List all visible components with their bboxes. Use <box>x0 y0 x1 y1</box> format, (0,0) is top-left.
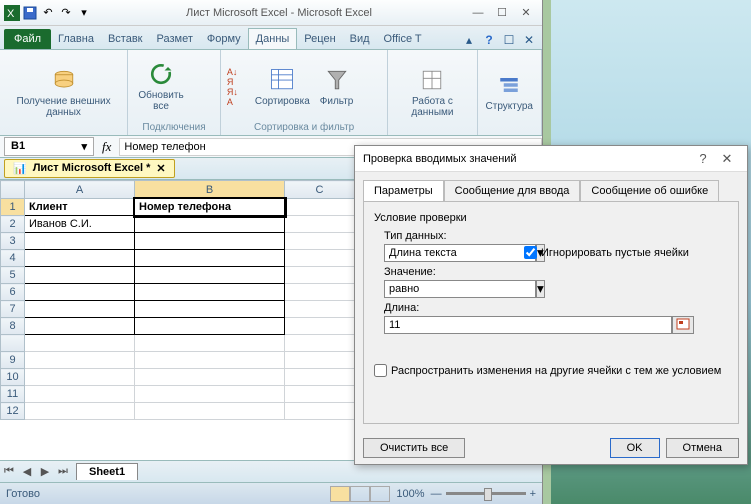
minimize-button[interactable]: — <box>468 6 488 20</box>
properties-icon[interactable] <box>194 77 214 95</box>
value-dropdown-icon[interactable]: ▾ <box>536 280 545 298</box>
sort-button[interactable]: Сортировка <box>253 64 312 109</box>
excel-doc-icon: 📊 <box>13 162 27 175</box>
cancel-button[interactable]: Отмена <box>666 438 739 458</box>
view-normal-icon[interactable] <box>330 486 350 502</box>
tab-office[interactable]: Office T <box>377 29 429 49</box>
reapply-icon[interactable] <box>361 77 381 95</box>
namebox-dropdown-icon[interactable]: ▾ <box>81 140 87 153</box>
ribbon-tabs: Файл Главна Вставк Размет Форму Данны Ре… <box>0 26 542 50</box>
ribbon: Получение внешних данных Обновить все По… <box>0 50 542 136</box>
tab-review[interactable]: Рецен <box>297 29 342 49</box>
excel-icon: X <box>4 5 20 21</box>
window-title: Лист Microsoft Excel - Microsoft Excel <box>96 7 462 19</box>
value-label: Значение: <box>384 266 728 278</box>
dialog-tab-input-msg[interactable]: Сообщение для ввода <box>444 180 581 202</box>
data-validation-dialog: Проверка вводимых значений ? ✕ Параметры… <box>354 145 748 465</box>
maximize-button[interactable]: ☐ <box>492 6 512 20</box>
connections-icon[interactable] <box>194 57 214 75</box>
range-picker-icon[interactable] <box>672 316 694 334</box>
zoom-in-icon[interactable]: + <box>530 488 536 500</box>
status-text: Готово <box>6 488 40 500</box>
outline-button[interactable]: Структура <box>484 69 535 114</box>
refresh-all-button[interactable]: Обновить все <box>134 58 188 114</box>
length-label: Длина: <box>384 302 728 314</box>
tab-layout[interactable]: Размет <box>150 29 200 49</box>
advanced-filter-icon[interactable] <box>361 97 381 115</box>
section-label: Условие проверки <box>374 212 728 224</box>
sort-za-icon[interactable]: Я↓А <box>227 87 247 105</box>
propagate-checkbox[interactable] <box>374 364 387 377</box>
save-icon[interactable] <box>22 5 38 21</box>
type-label: Тип данных: <box>384 230 504 242</box>
external-data-button[interactable]: Получение внешних данных <box>6 64 121 120</box>
col-header-a[interactable]: A <box>25 181 135 199</box>
sheet-last-icon[interactable]: ⏭ <box>54 465 72 478</box>
tab-file[interactable]: Файл <box>4 29 51 49</box>
titlebar: X ↶ ↷ ▾ Лист Microsoft Excel - Microsoft… <box>0 0 542 26</box>
cell-b1[interactable]: Номер телефона <box>135 199 285 216</box>
tab-data[interactable]: Данны <box>248 28 298 49</box>
filter-button[interactable]: Фильтр <box>318 64 356 109</box>
close-button[interactable]: ✕ <box>516 6 536 20</box>
type-select[interactable] <box>384 244 536 262</box>
dialog-tab-error-msg[interactable]: Сообщение об ошибке <box>580 180 719 202</box>
mdi-close-icon[interactable]: ✕ <box>520 31 538 49</box>
tab-home[interactable]: Главна <box>51 29 101 49</box>
window-restore-icon[interactable]: ☐ <box>500 31 518 49</box>
zoom-slider[interactable] <box>446 492 526 495</box>
clear-filter-icon[interactable] <box>361 57 381 75</box>
data-tools-button[interactable]: Работа с данными <box>394 64 470 120</box>
doc-tab-close-icon[interactable]: ✕ <box>156 162 165 175</box>
cell-a2[interactable]: Иванов С.И. <box>25 216 135 233</box>
undo-icon[interactable]: ↶ <box>40 5 56 21</box>
sheet-prev-icon[interactable]: ◀ <box>18 465 36 478</box>
fx-icon[interactable]: fx <box>94 139 119 155</box>
dialog-title: Проверка вводимых значений <box>363 153 691 165</box>
length-input[interactable] <box>384 316 672 334</box>
zoom-level[interactable]: 100% <box>396 488 424 500</box>
view-layout-icon[interactable] <box>350 486 370 502</box>
name-box[interactable]: B1 ▾ <box>4 137 94 156</box>
ribbon-minimize-icon[interactable]: ▴ <box>460 31 478 49</box>
zoom-out-icon[interactable]: — <box>431 488 442 500</box>
cell-a1[interactable]: Клиент <box>25 199 135 216</box>
col-header-c[interactable]: C <box>285 181 355 199</box>
dialog-help-icon[interactable]: ? <box>691 151 715 166</box>
ignore-blank-checkbox[interactable] <box>524 246 537 259</box>
ok-button[interactable]: OK <box>610 438 660 458</box>
sort-az-icon[interactable]: А↓Я <box>227 67 247 85</box>
col-header-b[interactable]: B <box>135 181 285 199</box>
sheet-next-icon[interactable]: ▶ <box>36 465 54 478</box>
view-pagebreak-icon[interactable] <box>370 486 390 502</box>
tab-view[interactable]: Вид <box>343 29 377 49</box>
dialog-tab-params[interactable]: Параметры <box>363 180 444 202</box>
help-icon[interactable]: ? <box>480 31 498 49</box>
qat-dropdown-icon[interactable]: ▾ <box>76 5 92 21</box>
tab-formulas[interactable]: Форму <box>200 29 248 49</box>
dialog-close-icon[interactable]: ✕ <box>715 151 739 167</box>
edit-links-icon[interactable] <box>194 97 214 115</box>
sheet-tab[interactable]: Sheet1 <box>76 463 138 480</box>
document-tab[interactable]: 📊 Лист Microsoft Excel * ✕ <box>4 159 175 178</box>
value-select[interactable] <box>384 280 536 298</box>
svg-text:X: X <box>7 8 15 20</box>
redo-icon[interactable]: ↷ <box>58 5 74 21</box>
tab-insert[interactable]: Вставк <box>101 29 150 49</box>
clear-all-button[interactable]: Очистить все <box>363 438 465 458</box>
sheet-first-icon[interactable]: ⏮ <box>0 465 18 478</box>
